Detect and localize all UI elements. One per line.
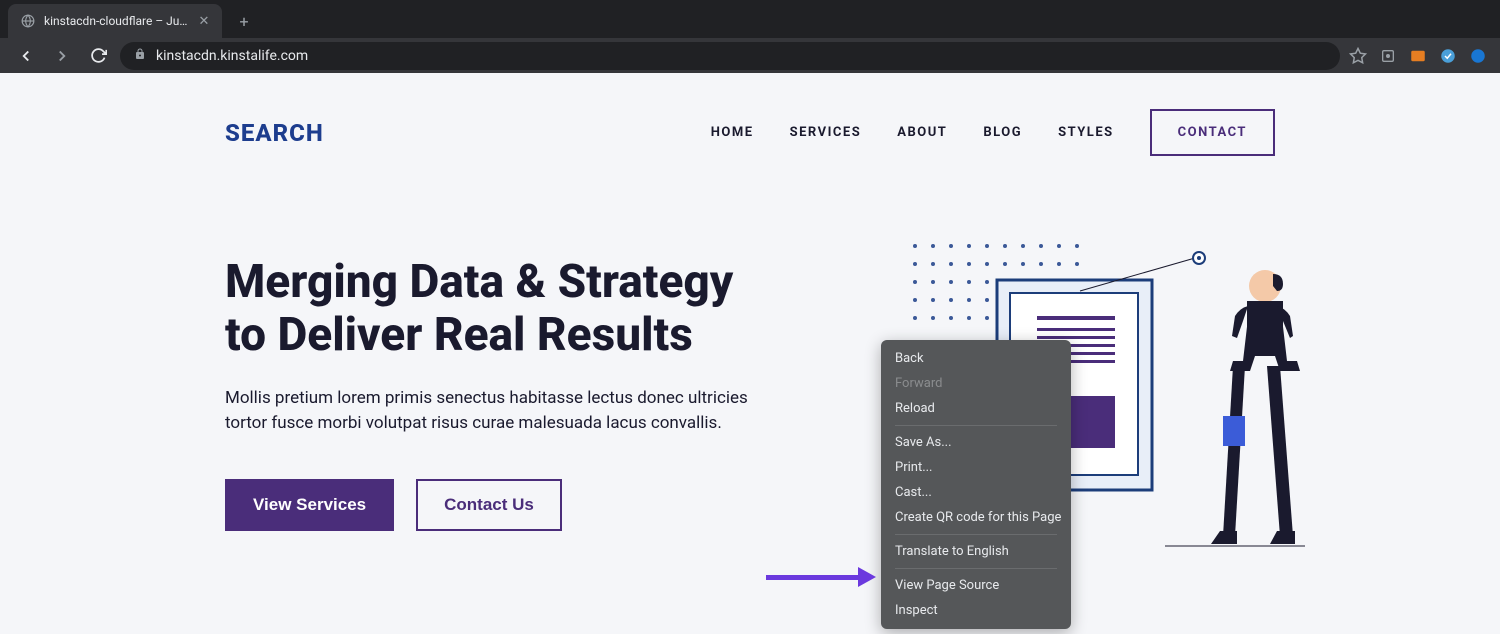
address-bar: kinstacdn.kinstalife.com xyxy=(0,38,1500,73)
back-button[interactable] xyxy=(12,42,40,70)
menu-item-back[interactable]: Back xyxy=(881,346,1071,371)
extension-icon-2[interactable] xyxy=(1408,46,1428,66)
extension-icon-1[interactable] xyxy=(1378,46,1398,66)
menu-item-translate[interactable]: Translate to English xyxy=(881,539,1071,564)
hero-title: Merging Data & Strategy to Deliver Real … xyxy=(225,256,785,362)
tab-title: kinstacdn-cloudflare – Just an xyxy=(44,14,188,28)
hero-text: Merging Data & Strategy to Deliver Real … xyxy=(225,256,785,531)
reload-button[interactable] xyxy=(84,42,112,70)
nav-styles[interactable]: STYLES xyxy=(1058,125,1114,140)
toolbar-icons xyxy=(1348,46,1488,66)
nav-contact-button[interactable]: CONTACT xyxy=(1150,109,1275,156)
main-nav: HOME SERVICES ABOUT BLOG STYLES CONTACT xyxy=(711,109,1275,156)
logo[interactable]: SEARCH xyxy=(225,119,324,147)
browser-tab[interactable]: kinstacdn-cloudflare – Just an ✕ xyxy=(8,4,222,38)
page-header: SEARCH HOME SERVICES ABOUT BLOG STYLES C… xyxy=(225,109,1275,156)
url-text: kinstacdn.kinstalife.com xyxy=(156,48,308,64)
menu-item-save-as[interactable]: Save As... xyxy=(881,430,1071,455)
nav-blog[interactable]: BLOG xyxy=(983,125,1022,140)
url-bar[interactable]: kinstacdn.kinstalife.com xyxy=(120,42,1340,70)
menu-item-cast[interactable]: Cast... xyxy=(881,480,1071,505)
browser-chrome: kinstacdn-cloudflare – Just an ✕ + kinst… xyxy=(0,0,1500,73)
menu-item-forward: Forward xyxy=(881,371,1071,396)
menu-item-qr-code[interactable]: Create QR code for this Page xyxy=(881,505,1071,530)
menu-divider xyxy=(895,425,1057,426)
view-services-button[interactable]: View Services xyxy=(225,479,394,531)
menu-divider xyxy=(895,568,1057,569)
hero-buttons: View Services Contact Us xyxy=(225,479,785,531)
globe-icon xyxy=(20,13,36,29)
menu-item-inspect[interactable]: Inspect xyxy=(881,598,1071,623)
annotation-arrow xyxy=(766,570,876,584)
tab-bar: kinstacdn-cloudflare – Just an ✕ + xyxy=(0,0,1500,38)
new-tab-button[interactable]: + xyxy=(230,7,258,35)
extension-icon-3[interactable] xyxy=(1438,46,1458,66)
menu-item-view-source[interactable]: View Page Source xyxy=(881,573,1071,598)
star-icon[interactable] xyxy=(1348,46,1368,66)
extension-icon-4[interactable] xyxy=(1468,46,1488,66)
nav-about[interactable]: ABOUT xyxy=(897,125,947,140)
hero-subtitle: Mollis pretium lorem primis senectus hab… xyxy=(225,386,785,437)
nav-services[interactable]: SERVICES xyxy=(790,125,862,140)
menu-divider xyxy=(895,534,1057,535)
context-menu: Back Forward Reload Save As... Print... … xyxy=(881,340,1071,629)
menu-item-reload[interactable]: Reload xyxy=(881,396,1071,421)
page-content: SEARCH HOME SERVICES ABOUT BLOG STYLES C… xyxy=(0,73,1500,634)
contact-us-button[interactable]: Contact Us xyxy=(416,479,562,531)
nav-home[interactable]: HOME xyxy=(711,125,754,140)
forward-button[interactable] xyxy=(48,42,76,70)
close-icon[interactable]: ✕ xyxy=(196,13,212,29)
menu-item-print[interactable]: Print... xyxy=(881,455,1071,480)
hero-section: Merging Data & Strategy to Deliver Real … xyxy=(225,256,1275,531)
lock-icon xyxy=(134,48,146,64)
